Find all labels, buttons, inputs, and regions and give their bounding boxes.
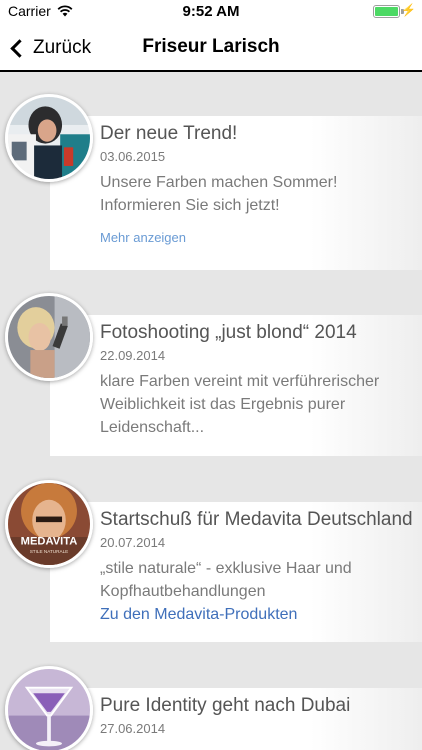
news-title: Pure Identity geht nach Dubai [100, 695, 351, 716]
news-thumbnail[interactable] [5, 293, 93, 381]
svg-text:MEDAVITA: MEDAVITA [21, 536, 78, 548]
news-thumbnail[interactable] [5, 94, 93, 182]
medavita-products-link[interactable]: Zu den Medavita-Produkten [100, 603, 416, 626]
news-date: 27.06.2014 [100, 721, 166, 736]
battery-icon [373, 5, 400, 18]
svg-text:STILE NATURALE: STILE NATURALE [30, 549, 69, 554]
news-item[interactable]: Pure Identity geht nach Dubai 27.06.2014 [0, 666, 422, 750]
news-title: Fotoshooting „just blond“ 2014 [100, 322, 357, 343]
battery-level [375, 7, 398, 16]
news-thumbnail[interactable] [5, 666, 93, 750]
medavita-logo-photo: MEDAVITA STILE NATURALE [8, 483, 90, 565]
news-item[interactable]: Der neue Trend! 03.06.2015 Unsere Farben… [0, 94, 422, 270]
status-time: 9:52 AM [182, 3, 240, 20]
cocktail-glass-photo [8, 669, 90, 750]
news-title: Der neue Trend! [100, 123, 238, 144]
news-content: Fotoshooting „just blond“ 2014 22.09.201… [100, 321, 416, 439]
navigation-bar: Zurück Friseur Larisch [0, 24, 422, 72]
news-date: 03.06.2015 [100, 149, 166, 164]
news-feed[interactable]: Der neue Trend! 03.06.2015 Unsere Farben… [0, 74, 422, 750]
news-title: Startschuß für Medavita Deutschland [100, 509, 413, 530]
news-text: klare Farben vereint mit verführerischer… [100, 373, 380, 436]
news-text: „stile naturale“ - exklusive Haar und Ko… [100, 560, 352, 600]
page-title: Friseur Larisch [142, 36, 280, 57]
news-text: Unsere Farben machen Sommer! Informieren… [100, 174, 338, 214]
status-bar: Carrier 9:52 AM ⚡ [0, 0, 422, 24]
charging-bolt-icon: ⚡ [401, 3, 416, 17]
news-thumbnail[interactable]: MEDAVITA STILE NATURALE [5, 480, 93, 568]
news-date: 20.07.2014 [100, 535, 166, 550]
photoshoot-photo [8, 296, 90, 378]
news-item[interactable]: MEDAVITA STILE NATURALE Startschuß für M… [0, 480, 422, 642]
magazine-photo [8, 97, 90, 179]
news-content: Startschuß für Medavita Deutschland 20.0… [100, 508, 416, 626]
news-content: Pure Identity geht nach Dubai 27.06.2014 [100, 694, 416, 743]
news-date: 22.09.2014 [100, 348, 166, 363]
more-link[interactable]: Mehr anzeigen [100, 230, 416, 245]
news-item[interactable]: Fotoshooting „just blond“ 2014 22.09.201… [0, 293, 422, 456]
news-content: Der neue Trend! 03.06.2015 Unsere Farben… [100, 122, 416, 245]
